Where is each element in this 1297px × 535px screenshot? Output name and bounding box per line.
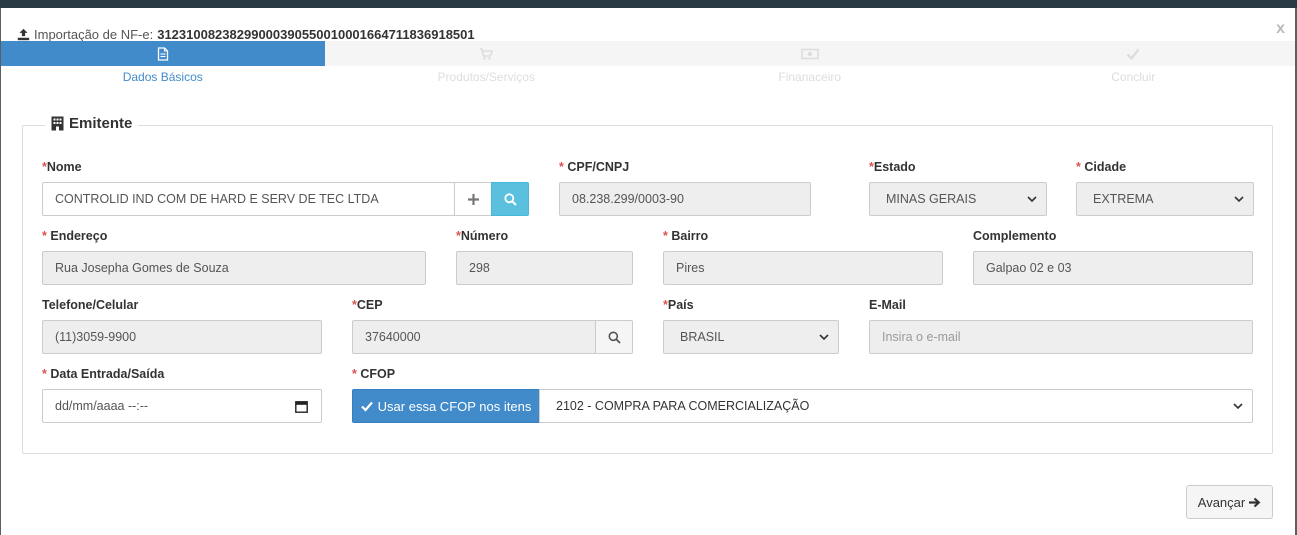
telefone-field[interactable]: (11)3059-9900 [42,320,322,354]
step-label: Concluir [1111,70,1156,84]
required-marker: * [559,160,564,174]
import-modal: Importação de NF-e: 31231008238299000390… [1,8,1295,535]
check-icon [360,401,373,412]
modal-title-label: Importação de NF-e: [34,27,154,42]
required-marker: * [1076,160,1081,174]
step-label: Dados Básicos [122,70,203,84]
chevron-down-icon [819,334,829,341]
pais-value: BRASIL [680,330,725,344]
cfop-label: * CFOP [352,367,396,381]
cfop-value: 2102 - COMPRA PARA COMERCIALIZAÇÃO [556,399,810,413]
upload-icon [17,28,30,41]
required-marker: * [352,367,357,381]
numero-field[interactable]: 298 [456,251,633,285]
emitente-legend: Emitente [45,115,139,132]
next-button[interactable]: Avançar [1186,485,1273,519]
pais-select[interactable]: BRASIL [663,320,839,354]
search-icon [503,192,517,206]
modal-title: Importação de NF-e: 31231008238299000390… [17,27,475,42]
cart-icon [480,47,494,60]
search-cep-button[interactable] [595,320,633,354]
nome-field[interactable]: CONTROLID IND COM DE HARD E SERV DE TEC … [42,182,455,216]
search-icon [608,331,621,344]
arrow-right-icon [1249,497,1261,507]
nfe-access-key: 3123100823829900039055001000166471183691… [157,27,475,42]
next-label: Avançar [1197,494,1246,510]
data-label: * Data Entrada/Saída [42,367,165,381]
chevron-down-icon [1233,403,1243,410]
step-label: Finanaceiro [778,70,842,84]
numero-label: *Número [456,229,509,243]
bairro-label: * Bairro [663,229,709,243]
required-marker: * [42,229,47,243]
plus-icon [467,193,479,205]
required-marker: * [663,229,668,243]
chevron-down-icon [1027,196,1037,203]
data-entrada-saida-field[interactable]: dd/mm/aaaa --:-- [42,389,322,423]
check-icon [1126,48,1140,60]
cpf-cnpj-field[interactable]: 08.238.299/0003-90 [559,182,811,216]
cep-field[interactable]: 37640000 [352,320,596,354]
endereco-label: * Endereço [42,229,108,243]
estado-label: *Estado [869,160,916,174]
cidade-select[interactable]: EXTREMA [1076,182,1254,216]
emitente-legend-text: Emitente [69,115,133,132]
add-emitente-button[interactable] [454,182,492,216]
use-cfop-button[interactable]: Usar essa CFOP nos itens [352,389,540,423]
cfop-select[interactable]: 2102 - COMPRA PARA COMERCIALIZAÇÃO [539,389,1253,423]
step-dados-basicos[interactable]: Dados Básicos [1,41,325,87]
document-icon [157,46,168,61]
building-icon [51,116,64,131]
nome-label: *Nome [42,160,82,174]
calendar-icon[interactable] [295,400,308,413]
cep-label: *CEP [352,298,383,312]
bairro-field[interactable]: Pires [663,251,943,285]
telefone-label: Telefone/Celular [42,298,139,312]
required-marker: * [42,367,47,381]
background-page [0,0,1297,8]
complemento-label: Complemento [973,229,1057,243]
step-financeiro[interactable]: Finanaceiro [648,41,972,87]
cidade-value: EXTREMA [1093,192,1154,206]
cpf-cnpj-label: * CPF/CNPJ [559,160,630,174]
pais-label: *País [663,298,694,312]
money-icon [800,48,819,59]
step-produtos-servicos[interactable]: Produtos/Serviços [324,41,648,87]
search-emitente-button[interactable] [491,182,529,216]
step-label: Produtos/Serviços [437,70,535,84]
wizard-steps: Dados Básicos Produtos/Serviços Finanace… [1,41,1295,87]
use-cfop-label: Usar essa CFOP nos itens [377,398,532,414]
close-button[interactable]: x [1276,20,1285,38]
cidade-label: * Cidade [1076,160,1127,174]
email-label: E-Mail [869,298,906,312]
complemento-field[interactable]: Galpao 02 e 03 [973,251,1253,285]
estado-value: MINAS GERAIS [886,192,977,206]
data-placeholder: dd/mm/aaaa --:-- [55,399,149,413]
email-field[interactable]: Insira o e-mail [869,320,1253,354]
step-concluir[interactable]: Concluir [971,41,1295,87]
chevron-down-icon [1234,196,1244,203]
estado-select[interactable]: MINAS GERAIS [869,182,1047,216]
endereco-field[interactable]: Rua Josepha Gomes de Souza [42,251,426,285]
